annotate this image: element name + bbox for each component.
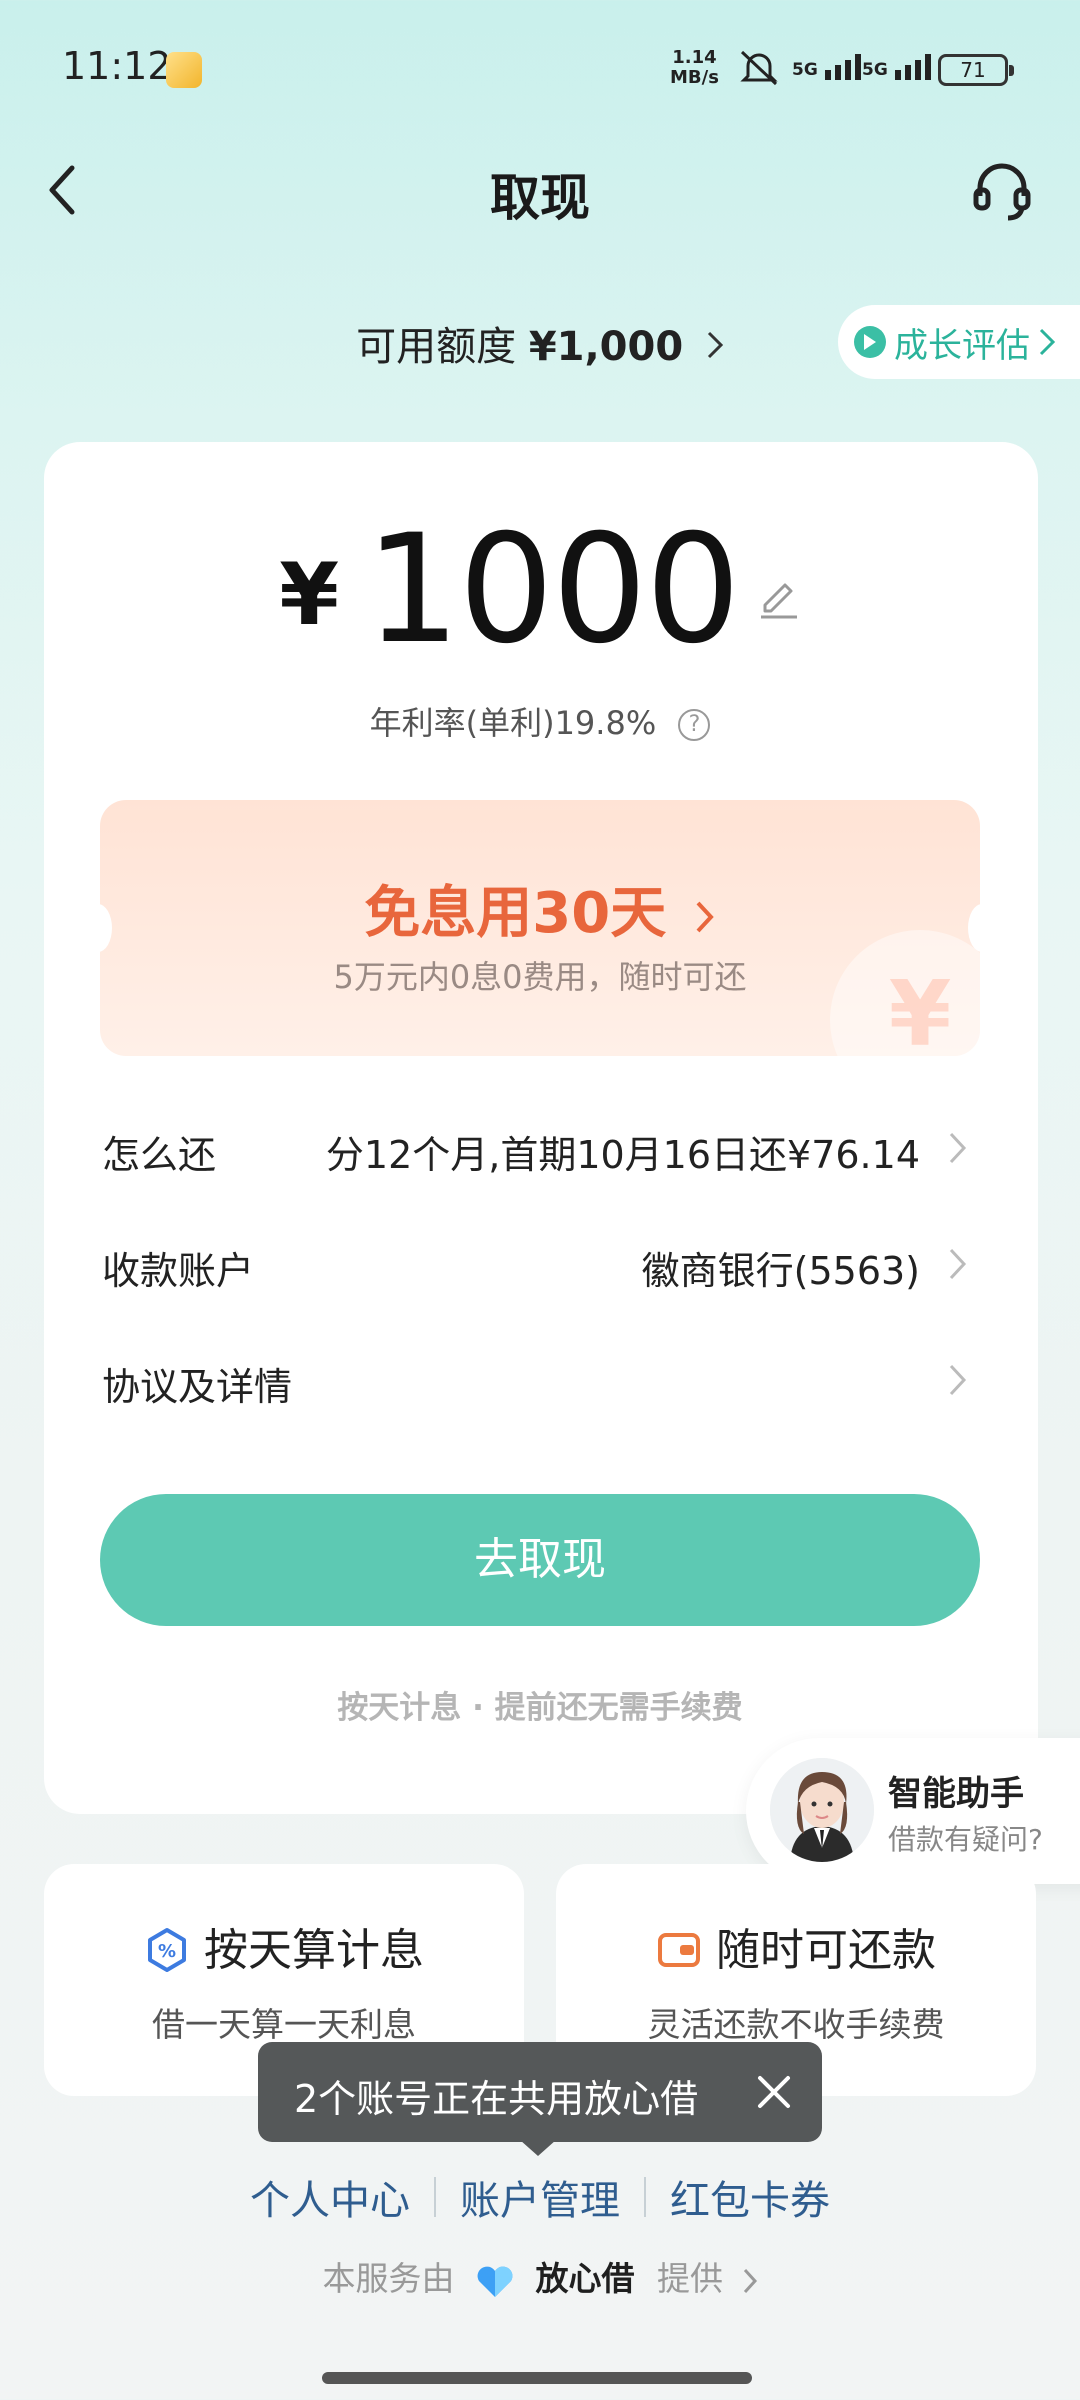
service-provider[interactable]: 本服务由 放心借 提供 [0,2252,1080,2300]
agreement-label: 协议及详情 [102,1365,293,1409]
chevron-right-icon [946,1128,970,1168]
heart-logo-icon [473,2263,517,2299]
chevron-right-icon [1039,328,1056,356]
growth-assessment-button[interactable]: 成长评估 [838,305,1080,379]
assistant-subtitle: 借款有疑问? [888,1823,1043,1856]
repay-plan-label: 怎么还 [102,1133,217,1177]
chevron-right-icon [946,1244,970,1284]
home-indicator[interactable] [322,2372,752,2384]
provider-brand: 放心借 [535,2259,635,2298]
smart-assistant[interactable]: 智能助手 借款有疑问? [746,1738,1080,1884]
help-icon[interactable]: ? [678,709,711,741]
repay-plan-value: 分12个月,首期10月16日还¥76.14 [325,1133,920,1177]
wallet-icon [656,1927,702,1973]
provider-suffix: 提供 [657,2259,723,2298]
assistant-avatar [770,1758,874,1862]
interest-free-promo[interactable]: ¥ 免息用30天 5万元内0息0费用，随时可还 [100,800,980,1056]
promo-title: 免息用30天 [100,868,980,949]
provider-prefix: 本服务由 [322,2259,455,2298]
withdraw-button[interactable]: 去取现 [100,1494,980,1626]
assistant-name: 智能助手 [888,1774,1024,1814]
link-account-management[interactable]: 账户管理 [436,2168,644,2226]
mute-icon [736,48,782,92]
receiving-account-label: 收款账户 [102,1249,255,1293]
amount-display[interactable]: ¥1000 [0,515,1080,665]
status-time: 11:12 [62,44,172,88]
svg-text:%: % [158,1941,176,1962]
signal-icon-2: 5G [862,50,939,80]
customer-service-button[interactable] [970,158,1034,222]
bottom-links: 个人中心 账户管理 红包卡券 [0,2168,1080,2226]
credit-label: 可用额度 [356,324,517,370]
receiving-account-value: 徽商银行(5563) [641,1249,920,1293]
promo-subtitle: 5万元内0息0费用，随时可还 [333,958,747,996]
withdraw-amount: 1000 [365,503,741,677]
fee-note: 按天计息 · 提前还无需手续费 [337,1690,743,1726]
notification-icon [166,52,202,88]
close-icon[interactable] [754,2072,794,2112]
chevron-right-icon [946,1360,970,1400]
feature-title: 随时可还款 [556,1914,1036,1978]
battery-icon: 71 [938,54,1014,86]
headset-icon [973,163,1031,221]
feature-subtitle: 借一天算一天利息 [152,2005,416,2044]
arrow-up-icon [854,326,886,358]
chevron-right-icon [696,901,714,933]
page-title: 取现 [490,169,590,227]
feature-subtitle: 灵活还款不收手续费 [647,2005,945,2044]
interest-rate: 年利率(单利)19.8% ? [0,698,1080,744]
network-speed: 1.14 MB/s [670,47,719,88]
link-coupons[interactable]: 红包卡券 [646,2168,854,2226]
chevron-right-icon [743,2268,757,2293]
rate-text: 年利率(单利)19.8% [369,704,657,742]
percent-icon: % [144,1927,190,1973]
signal-icon: 5G [792,50,869,80]
shared-account-toast: 2个账号正在共用放心借 [258,2042,822,2142]
edit-icon[interactable] [757,575,801,619]
growth-label: 成长评估 [894,325,1030,366]
credit-amount: ¥1,000 [528,324,684,370]
link-personal-center[interactable]: 个人中心 [226,2168,434,2226]
feature-title: % 按天算计息 [44,1914,524,1978]
chevron-right-icon [706,324,724,370]
currency-symbol: ¥ [279,545,340,645]
toast-pointer [520,2140,556,2156]
toast-text: 2个账号正在共用放心借 [294,2077,699,2121]
